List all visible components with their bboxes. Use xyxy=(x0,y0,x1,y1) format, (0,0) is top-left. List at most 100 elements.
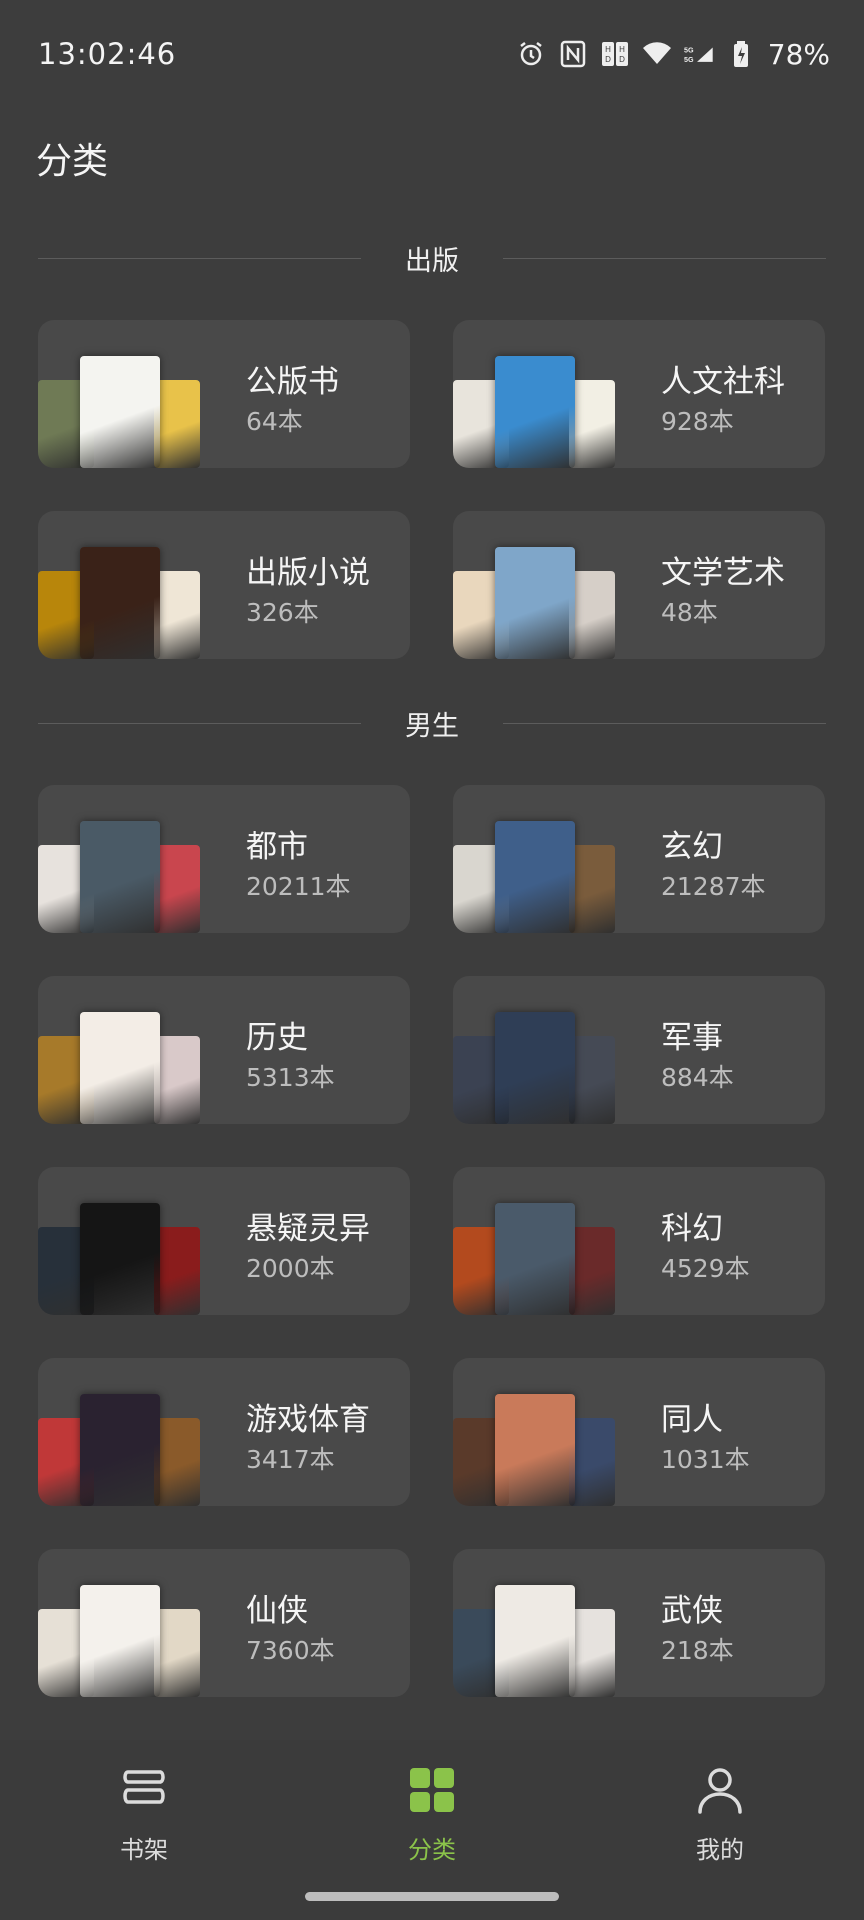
home-indicator[interactable] xyxy=(305,1892,559,1901)
cover-stack xyxy=(453,1012,623,1124)
cover-stack xyxy=(453,1394,623,1506)
category-name: 科幻 xyxy=(661,1211,723,1247)
nav-label: 我的 xyxy=(696,1836,744,1864)
book-cover xyxy=(80,1394,160,1506)
svg-text:H: H xyxy=(605,45,611,54)
cover-stack xyxy=(38,356,208,468)
book-cover xyxy=(569,1227,615,1315)
section-title: 出版 xyxy=(405,245,459,277)
book-cover xyxy=(80,1012,160,1124)
cover-stack xyxy=(38,821,208,933)
svg-text:H: H xyxy=(619,45,625,54)
book-cover xyxy=(495,1203,575,1315)
category-count: 7360本 xyxy=(246,1636,335,1665)
category-name: 仙侠 xyxy=(246,1593,308,1629)
hd-icon: HDHD xyxy=(600,39,630,69)
book-cover xyxy=(569,1609,615,1697)
category-name: 玄幻 xyxy=(661,829,723,865)
category-card-published-novel[interactable]: 出版小说 326本 xyxy=(38,511,410,659)
cover-stack xyxy=(38,1394,208,1506)
category-card-wuxia[interactable]: 武侠 218本 xyxy=(453,1549,825,1697)
book-cover xyxy=(154,1418,200,1506)
svg-text:D: D xyxy=(619,55,625,64)
book-cover xyxy=(80,1585,160,1697)
divider-line xyxy=(503,722,826,724)
book-cover xyxy=(495,1394,575,1506)
category-name: 武侠 xyxy=(661,1593,723,1629)
cover-stack xyxy=(453,356,623,468)
status-time: 13:02:46 xyxy=(38,37,177,71)
book-cover xyxy=(154,1609,200,1697)
nav-category[interactable]: 分类 xyxy=(362,1764,502,1864)
category-name: 出版小说 xyxy=(246,555,370,591)
category-count: 884本 xyxy=(661,1063,734,1092)
svg-text:5G: 5G xyxy=(684,47,694,55)
category-card-fanfic[interactable]: 同人 1031本 xyxy=(453,1358,825,1506)
category-grid-icon xyxy=(406,1764,458,1820)
book-cover xyxy=(495,547,575,659)
category-card-games-sports[interactable]: 游戏体育 3417本 xyxy=(38,1358,410,1506)
book-cover xyxy=(495,356,575,468)
cover-stack xyxy=(453,547,623,659)
book-cover xyxy=(80,547,160,659)
section-title: 男生 xyxy=(405,710,459,742)
category-card-xianxia[interactable]: 仙侠 7360本 xyxy=(38,1549,410,1697)
book-cover xyxy=(80,821,160,933)
category-name: 历史 xyxy=(246,1020,308,1056)
book-cover xyxy=(569,571,615,659)
category-count: 218本 xyxy=(661,1636,734,1665)
category-count: 5313本 xyxy=(246,1063,335,1092)
category-name: 悬疑灵异 xyxy=(246,1211,370,1247)
book-cover xyxy=(154,1227,200,1315)
profile-icon xyxy=(694,1764,746,1820)
category-name: 人文社科 xyxy=(661,364,785,400)
category-name: 军事 xyxy=(661,1020,723,1056)
category-count: 48本 xyxy=(661,598,718,627)
alarm-icon xyxy=(516,39,546,69)
category-card-literature-art[interactable]: 文学艺术 48本 xyxy=(453,511,825,659)
category-count: 64本 xyxy=(246,407,303,436)
divider-line xyxy=(38,722,361,724)
bookshelf-icon xyxy=(118,1764,170,1820)
signal-5g-icon: 5G 5G xyxy=(684,39,714,69)
book-cover xyxy=(569,845,615,933)
book-cover xyxy=(154,380,200,468)
category-name: 文学艺术 xyxy=(661,555,785,591)
battery-percentage: 78% xyxy=(767,37,830,71)
nav-bookshelf[interactable]: 书架 xyxy=(74,1764,214,1864)
status-icons: HDHD 5G 5G 78% xyxy=(516,38,830,71)
category-card-public-domain[interactable]: 公版书 64本 xyxy=(38,320,410,468)
category-card-scifi[interactable]: 科幻 4529本 xyxy=(453,1167,825,1315)
svg-text:D: D xyxy=(605,55,611,64)
cover-stack xyxy=(38,547,208,659)
category-count: 928本 xyxy=(661,407,734,436)
nav-label: 书架 xyxy=(120,1836,168,1864)
category-name: 游戏体育 xyxy=(246,1402,370,1438)
category-card-military[interactable]: 军事 884本 xyxy=(453,976,825,1124)
section-header-publishing: 出版 xyxy=(38,238,826,278)
book-cover xyxy=(154,571,200,659)
book-cover xyxy=(495,1012,575,1124)
cover-stack xyxy=(38,1203,208,1315)
page-title: 分类 xyxy=(36,141,109,182)
book-cover xyxy=(569,380,615,468)
category-name: 都市 xyxy=(246,829,308,865)
divider-line xyxy=(38,257,361,259)
category-card-history[interactable]: 历史 5313本 xyxy=(38,976,410,1124)
category-name: 同人 xyxy=(661,1402,723,1438)
nav-label: 分类 xyxy=(408,1836,456,1864)
book-cover xyxy=(495,1585,575,1697)
battery-icon xyxy=(726,39,756,69)
category-card-fantasy[interactable]: 玄幻 21287本 xyxy=(453,785,825,933)
category-count: 20211本 xyxy=(246,872,351,901)
book-cover xyxy=(154,845,200,933)
category-card-urban[interactable]: 都市 20211本 xyxy=(38,785,410,933)
category-count: 1031本 xyxy=(661,1445,750,1474)
category-card-suspense[interactable]: 悬疑灵异 2000本 xyxy=(38,1167,410,1315)
category-card-humanities[interactable]: 人文社科 928本 xyxy=(453,320,825,468)
nav-profile[interactable]: 我的 xyxy=(650,1764,790,1864)
cover-stack xyxy=(453,1203,623,1315)
cover-stack xyxy=(453,1585,623,1697)
wifi-icon xyxy=(642,39,672,69)
status-bar: 13:02:46 HDHD 5G 5G 78% xyxy=(0,0,864,108)
